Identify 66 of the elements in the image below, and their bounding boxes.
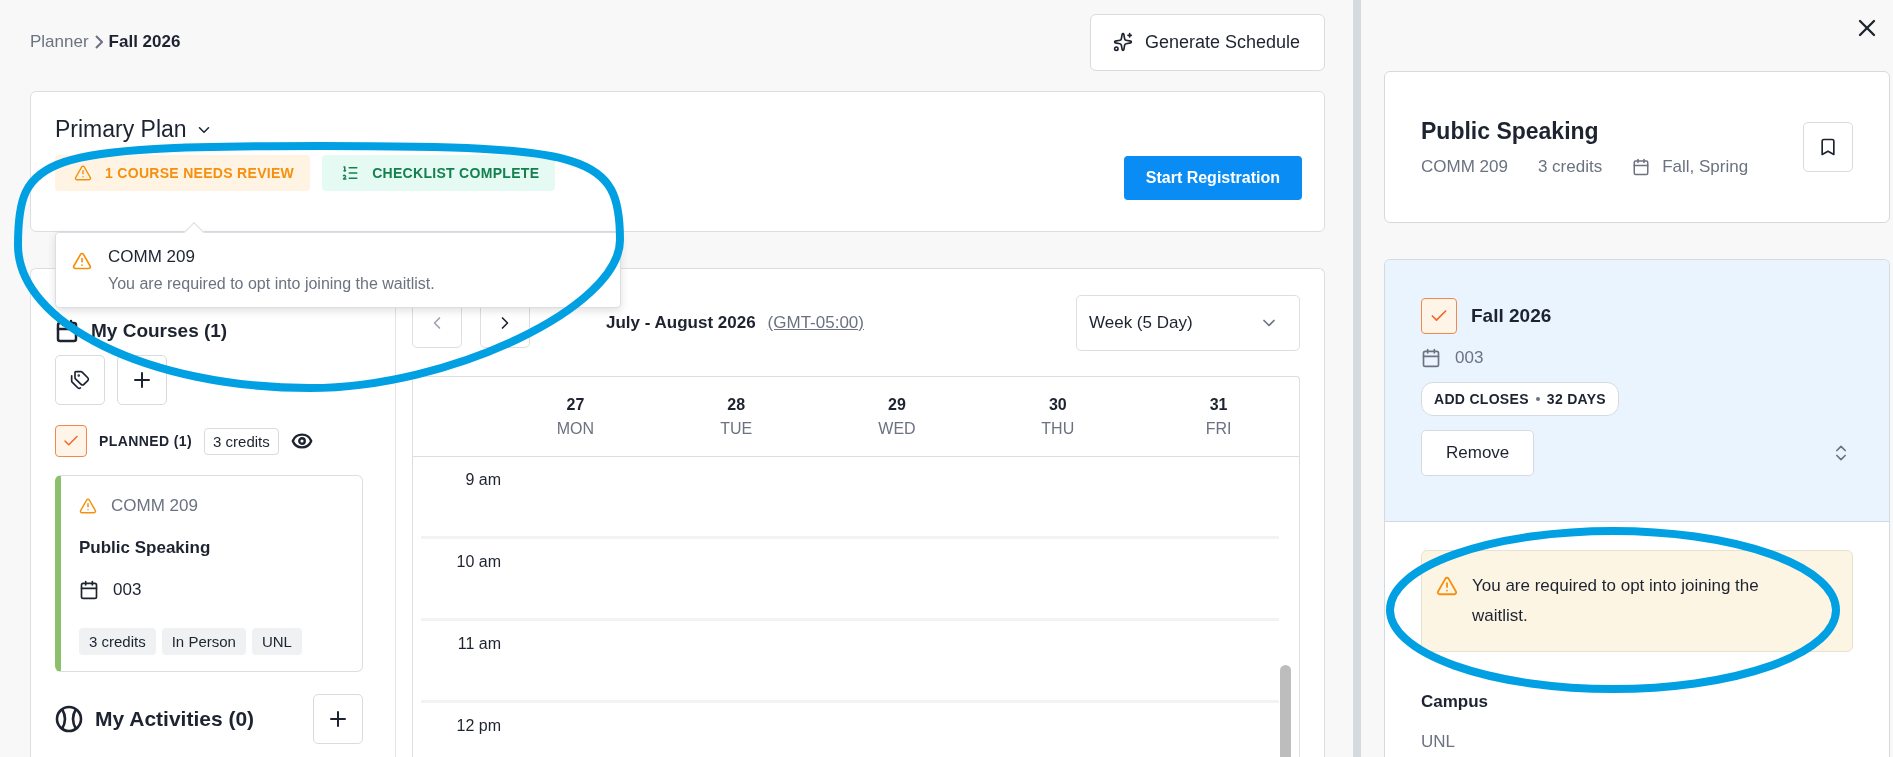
checklist-badge[interactable]: CHECKLIST COMPLETE (322, 155, 556, 191)
remove-button[interactable]: Remove (1421, 430, 1535, 476)
date-range: July - August 2026 (606, 313, 756, 332)
field-value: UNL (1421, 732, 1456, 752)
bookmark-button[interactable] (1803, 122, 1853, 172)
breadcrumb-current: Fall 2026 (108, 32, 181, 52)
eye-icon[interactable] (290, 430, 313, 452)
detail-terms: Fall, Spring (1662, 156, 1749, 177)
planned-label: PLANNED (1) (99, 433, 193, 449)
course-tag: UNL (251, 628, 302, 655)
calendar-icon (79, 580, 99, 600)
day-weekday: WED (878, 419, 916, 438)
tags-icon (70, 370, 90, 390)
view-select[interactable]: Week (5 Day) (1076, 295, 1300, 351)
field-label: Campus (1421, 692, 1490, 712)
course-card[interactable]: COMM 209 Public Speaking 003 3 credits In Person UNL (55, 475, 363, 672)
chevron-right-icon (94, 35, 103, 49)
day-date: 27 (566, 395, 585, 414)
hour-label: 10 am (455, 553, 501, 571)
day-date: 31 (1209, 395, 1228, 414)
generate-schedule-button[interactable]: Generate Schedule (1089, 13, 1325, 71)
alert-message: You are required to opt into joining the waitlist. (1472, 575, 1760, 627)
list-icon (341, 164, 360, 182)
hour-label: 9 am (464, 471, 501, 489)
my-activities-title: My Activities (0) (95, 707, 255, 731)
hour-label: 11 am (456, 635, 501, 653)
sparkles-icon (1112, 32, 1133, 52)
course-tag: In Person (161, 628, 246, 655)
detail-code: COMM 209 (1421, 156, 1508, 177)
ball-icon (55, 705, 83, 733)
detail-title: Public Speaking (1421, 117, 1599, 144)
term-section: 003 (1455, 348, 1484, 368)
tags-button[interactable] (55, 355, 105, 405)
popover-course-code: COMM 209 (108, 247, 196, 267)
day-weekday: THU (1041, 419, 1075, 438)
warning-icon (1436, 575, 1458, 597)
day-date: 30 (1048, 395, 1067, 414)
credits-pill: 3 credits (204, 427, 279, 455)
course-title: Public Speaking (79, 538, 212, 558)
plan-title: Primary Plan (55, 116, 187, 143)
planned-checkbox[interactable] (55, 425, 87, 457)
warning-icon (72, 251, 92, 271)
day-date: 28 (727, 395, 746, 414)
bookmark-icon (1818, 137, 1838, 157)
day-weekday: TUE (720, 419, 753, 438)
term-checkbox[interactable] (1421, 298, 1457, 334)
hour-label: 12 pm (455, 717, 501, 735)
start-registration-button[interactable]: Start Registration (1123, 156, 1302, 200)
course-code: COMM 209 (111, 496, 198, 516)
popover-message: You are required to opt into joining the waitlist. (108, 275, 435, 293)
day-weekday: FRI (1205, 419, 1232, 438)
course-tag: 3 credits (79, 628, 156, 655)
warning-icon (74, 164, 92, 182)
breadcrumb-link[interactable]: Planner (30, 32, 89, 52)
calendar-icon (1632, 157, 1651, 176)
timezone-link[interactable]: (GMT-05:00) (767, 313, 864, 332)
term-title: Fall 2026 (1471, 305, 1552, 327)
add-activity-button[interactable] (313, 694, 363, 744)
my-courses-title: My Courses (1) (91, 320, 228, 342)
course-section: 003 (113, 580, 142, 600)
deadline-pill: ADD CLOSES 32 DAYS (1421, 382, 1619, 416)
detail-credits: 3 credits (1537, 156, 1603, 177)
day-date: 29 (888, 395, 906, 414)
scrollbar-thumb[interactable] (1280, 665, 1291, 757)
calendar-icon (1421, 348, 1441, 368)
day-weekday: MON (556, 419, 595, 438)
